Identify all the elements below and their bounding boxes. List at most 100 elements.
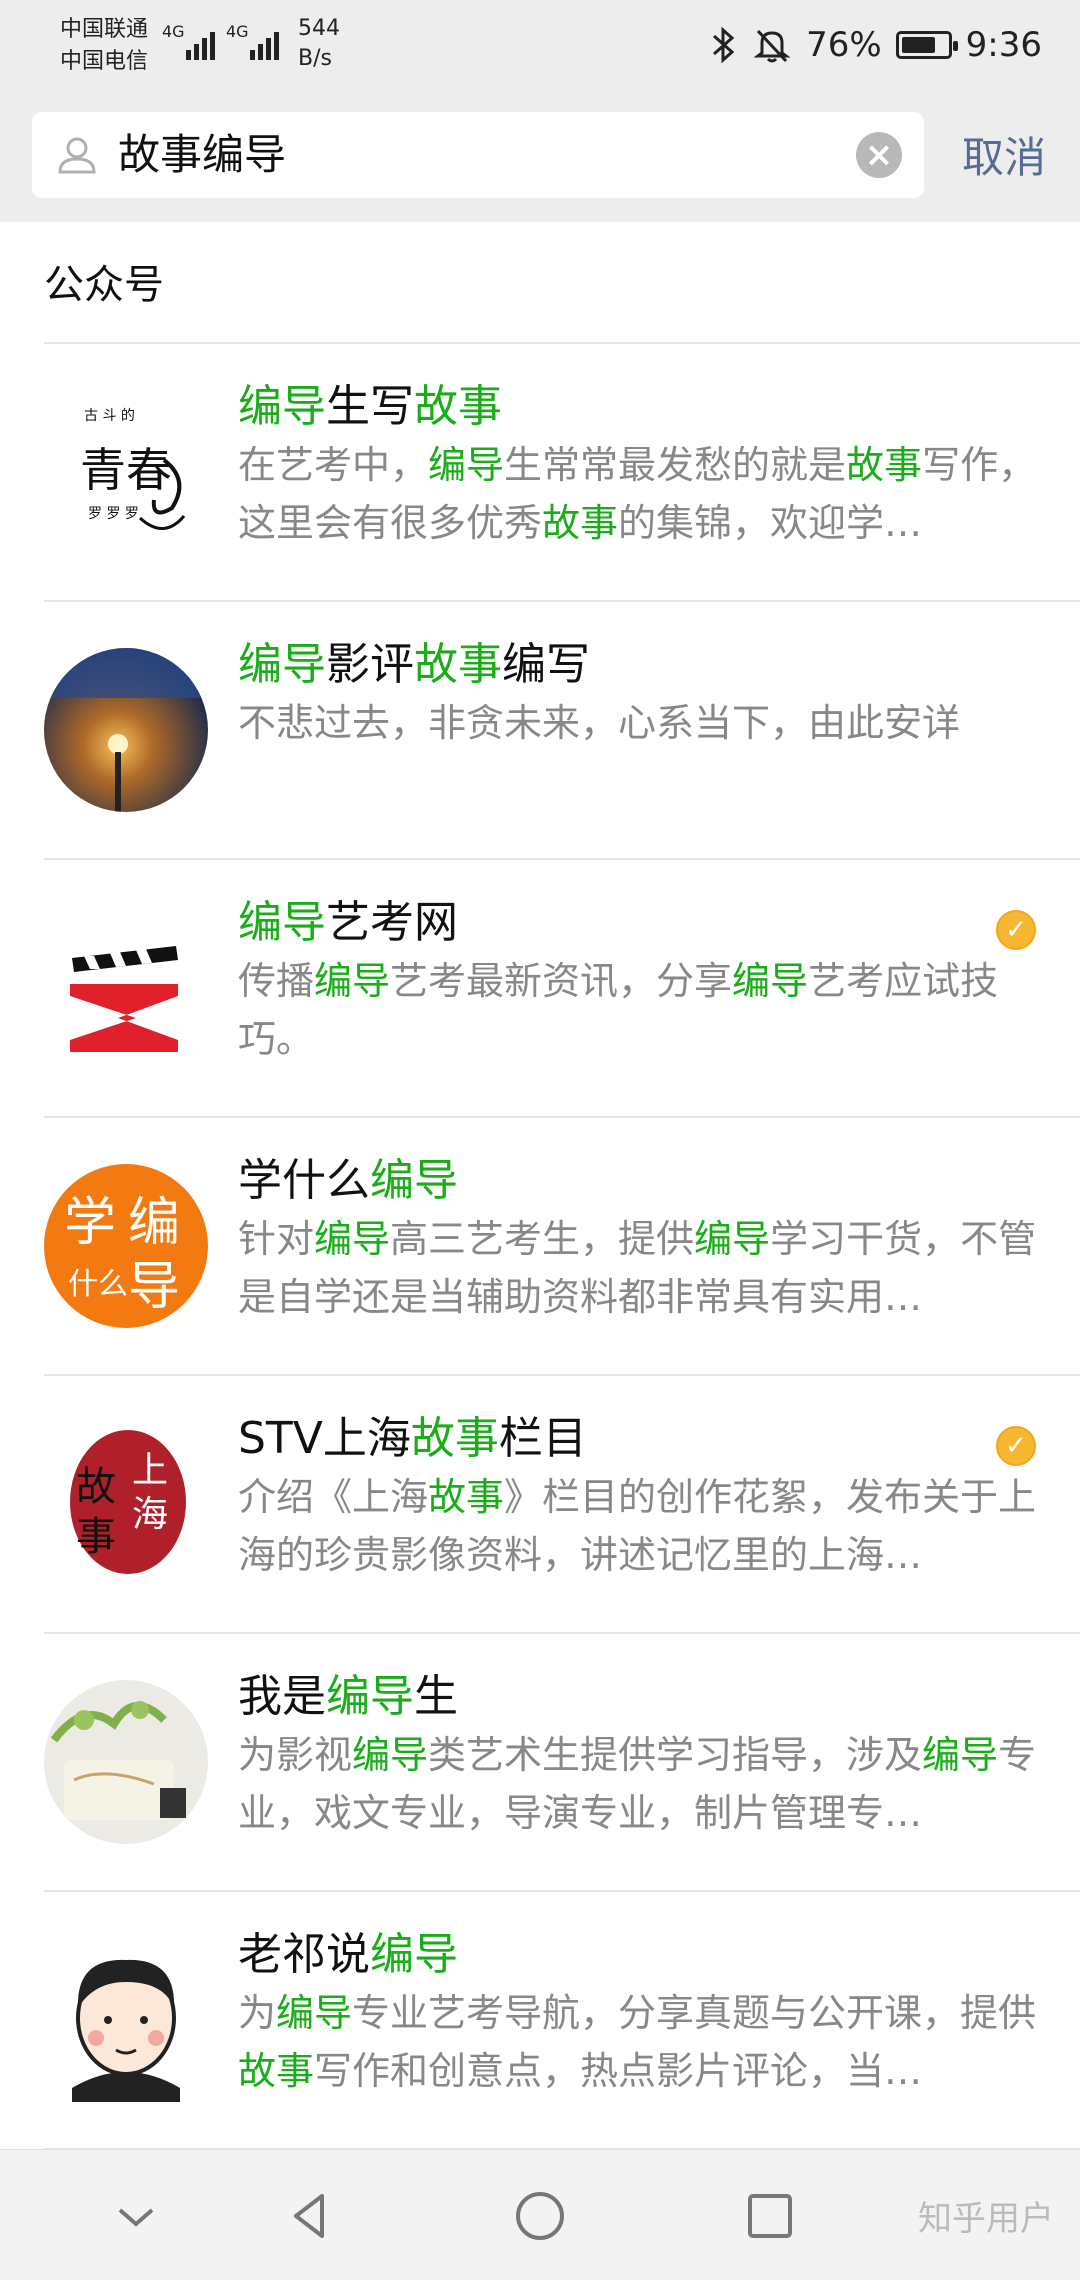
text-segment: 影评 [326, 639, 414, 690]
search-input[interactable]: 故事编导 [118, 112, 286, 198]
recents-square-icon[interactable] [738, 2184, 802, 2248]
text-segment: 为 [238, 1991, 277, 2035]
status-right: 76% 9:36 [710, 20, 1042, 70]
highlighted-keyword: 编导 [314, 1217, 391, 1261]
highlighted-keyword: 编导 [238, 381, 326, 432]
signal-icon [186, 20, 215, 60]
list-item[interactable]: 故 事 上 海 STV上海故事栏目 ✓ 介绍《上海故事》栏目的创作花絮，发布关于… [44, 1376, 1080, 1634]
text-segment: 高三艺考生，提供 [390, 1217, 695, 1261]
text-segment: 艺考网 [326, 897, 458, 948]
highlighted-keyword: 编导 [370, 1929, 458, 1980]
highlighted-keyword: 编导 [352, 1733, 429, 1777]
battery-fill [901, 37, 935, 53]
avatar-glyph: 编 [128, 1193, 180, 1253]
highlighted-keyword: 故事 [846, 443, 923, 487]
text-segment: 生 [414, 1671, 458, 1722]
account-search-icon [58, 137, 96, 174]
highlighted-keyword: 编导 [238, 897, 326, 948]
clapperboard-logo-avatar [44, 906, 208, 1070]
account-name: 编导生写故事 [238, 370, 502, 434]
highlighted-keyword: 故事 [414, 639, 502, 690]
account-description: 介绍《上海故事》栏目的创作花絮，发布关于上海的珍贵影像资料，讲述记忆里的上海… [238, 1468, 1040, 1584]
cancel-button[interactable]: 取消 [962, 128, 1046, 188]
avatar-glyph: 什么 [68, 1267, 128, 1302]
svg-text:海: 海 [132, 1494, 168, 1535]
text-segment: STV上海 [238, 1413, 411, 1464]
highlighted-keyword: 故事 [410, 1413, 499, 1464]
net-type-1: 4G [162, 22, 185, 41]
svg-text:上: 上 [132, 1450, 168, 1491]
orange-circle-logo-avatar: 学 编 什么 导 [44, 1164, 208, 1328]
account-name: STV上海故事栏目 [238, 1402, 587, 1466]
highlighted-keyword: 编导 [428, 443, 505, 487]
highlighted-keyword: 故事 [542, 501, 619, 545]
verified-badge-icon: ✓ [996, 1426, 1036, 1466]
clock: 9:36 [965, 25, 1042, 65]
text-segment: 写作和创意点，热点影片评论，当… [314, 2049, 923, 2093]
list-item[interactable]: 学 编 什么 导 学什么编导 针对编导高三艺考生，提供编导学习干货，不管是自学还… [44, 1118, 1080, 1376]
highlighted-keyword: 编导 [922, 1733, 999, 1777]
clear-search-button[interactable]: × [856, 132, 902, 178]
speed-value: 544 [298, 16, 340, 41]
account-description: 传播编导艺考最新资讯，分享编导艺考应试技巧。 [238, 952, 1040, 1068]
text-segment: 传播 [238, 959, 315, 1003]
mute-bell-icon [753, 29, 791, 63]
text-segment: 为影视 [238, 1733, 353, 1777]
list-item[interactable]: 编导影评故事编写 不悲过去，非贪未来，心系当下，由此安详 [44, 602, 1080, 860]
text-segment: 生写 [326, 381, 414, 432]
carrier-1: 中国联通 [60, 17, 149, 42]
avatar-glyph: 学 [64, 1193, 116, 1253]
text-segment: 不悲过去，非贪未来，心系当下，由此安详 [238, 701, 961, 745]
account-name: 学什么编导 [238, 1144, 458, 1208]
highlighted-keyword: 故事 [238, 2049, 315, 2093]
account-name: 老祁说编导 [238, 1918, 458, 1982]
back-triangle-icon[interactable] [278, 2184, 342, 2248]
account-description: 针对编导高三艺考生，提供编导学习干货，不管是自学还是当辅助资料都非常具有实用… [238, 1210, 1040, 1326]
svg-text:事: 事 [76, 1514, 116, 1560]
svg-text:古 斗 的: 古 斗 的 [84, 408, 135, 424]
text-segment: 的集锦，欢迎学… [618, 501, 923, 545]
account-description: 在艺考中，编导生常常最发愁的就是故事写作，这里会有很多优秀故事的集锦，欢迎学… [238, 436, 1040, 552]
bluetooth-icon [713, 26, 735, 64]
chevron-down-icon[interactable] [104, 2184, 168, 2248]
list-item[interactable]: 古 斗 的 青春 罗 罗 罗 编导生写故事 在艺考中，编导生常常最发愁的就是故事… [44, 344, 1080, 602]
status-bar: 中国联通 中国电信 4G 4G 544 B/s 76% 9:36 [0, 0, 1080, 106]
highlighted-keyword: 故事 [428, 1475, 505, 1519]
plant-photo-avatar [44, 1680, 208, 1844]
text-segment: 生常常最发愁的就是 [504, 443, 847, 487]
svg-text:青春: 青春 [80, 443, 172, 497]
network-speed: 544 B/s [298, 14, 340, 74]
account-description: 为编导专业艺考导航，分享真题与公开课，提供故事写作和创意点，热点影片评论，当… [238, 1984, 1040, 2100]
list-item[interactable]: 我是编导生 为影视编导类艺术生提供学习指导，涉及编导专业，戏文专业，导演专业，制… [44, 1634, 1080, 1892]
list-item[interactable]: 编导艺考网 ✓ 传播编导艺考最新资讯，分享编导艺考应试技巧。 [44, 860, 1080, 1118]
text-segment: 编写 [502, 639, 590, 690]
system-nav-bar: 知乎用户 [0, 2149, 1080, 2280]
net-type-2: 4G [226, 22, 249, 41]
highlighted-keyword: 编导 [732, 959, 809, 1003]
results-list: 古 斗 的 青春 罗 罗 罗 编导生写故事 在艺考中，编导生常常最发愁的就是故事… [0, 344, 1080, 2150]
highlighted-keyword: 编导 [314, 959, 391, 1003]
text-segment: 老祁说 [238, 1929, 370, 1980]
account-description: 为影视编导类艺术生提供学习指导，涉及编导专业，戏文专业，导演专业，制片管理专… [238, 1726, 1040, 1842]
text-segment: 学什么 [238, 1155, 370, 1206]
text-segment: 在艺考中， [238, 443, 429, 487]
signal-icon [250, 20, 279, 60]
section-title: 公众号 [44, 262, 164, 308]
text-segment: 类艺术生提供学习指导，涉及 [428, 1733, 923, 1777]
search-header: 故事编导 × 取消 [0, 106, 1080, 222]
svg-text:罗 罗 罗: 罗 罗 罗 [88, 506, 139, 522]
watermark: 知乎用户 [918, 2199, 1054, 2239]
night-lamp-photo-avatar [44, 648, 208, 812]
account-name: 编导影评故事编写 [238, 628, 590, 692]
text-segment: 针对 [238, 1217, 315, 1261]
home-circle-icon[interactable] [508, 2184, 572, 2248]
highlighted-keyword: 编导 [326, 1671, 414, 1722]
highlighted-keyword: 编导 [370, 1155, 458, 1206]
text-segment: 栏目 [498, 1413, 587, 1464]
text-segment: 我是 [238, 1671, 326, 1722]
highlighted-keyword: 故事 [414, 381, 502, 432]
search-box[interactable]: 故事编导 × [32, 112, 924, 198]
highlighted-keyword: 编导 [694, 1217, 771, 1261]
avatar-glyph: 导 [128, 1257, 180, 1317]
list-item[interactable]: 老祁说编导 为编导专业艺考导航，分享真题与公开课，提供故事写作和创意点，热点影片… [44, 1892, 1080, 2150]
